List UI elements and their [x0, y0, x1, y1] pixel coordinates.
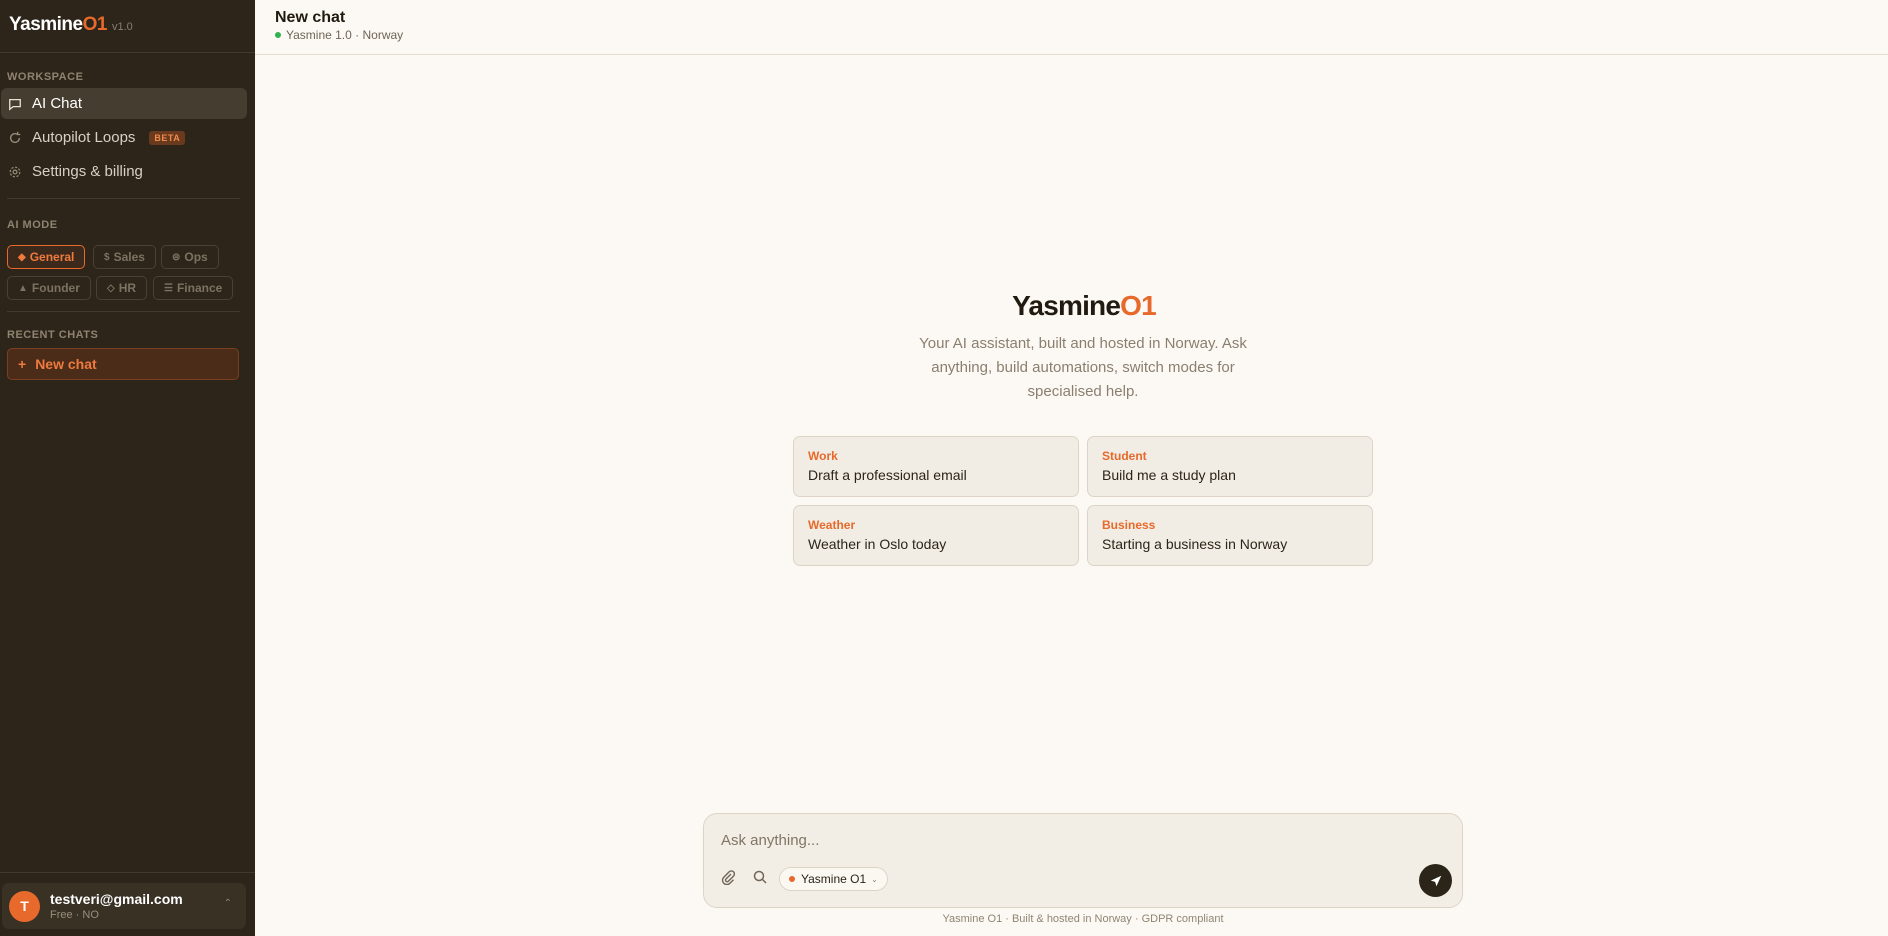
sidebar-item-autopilot-loops[interactable]: Autopilot Loops BETA [1, 122, 247, 153]
mode-chip-label: General [29, 250, 75, 264]
user-menu-button[interactable]: T testveri@gmail.com Free · NO ⌃ [2, 883, 246, 929]
plus-icon: + [18, 356, 27, 372]
suggestion-text: Build me a study plan [1102, 467, 1236, 483]
diamond-icon: ◆ [18, 251, 26, 263]
beta-badge: BETA [149, 130, 186, 145]
dollar-icon: $ [104, 251, 110, 263]
sidebar: YasmineO1 v1.0 WORKSPACE AI Chat Autopil… [0, 0, 255, 936]
brand-logo[interactable]: YasmineO1 v1.0 [9, 14, 133, 36]
version-label: v1.0 [111, 21, 133, 33]
user-card: T testveri@gmail.com Free · NO ⌃ [0, 872, 255, 936]
model-selector-label: Yasmine O1 [801, 872, 867, 886]
ai-mode-section-label: AI MODE [7, 219, 58, 231]
attach-icon[interactable] [719, 868, 737, 886]
send-icon [1430, 875, 1441, 886]
suggestion-card-work[interactable]: Work Draft a professional email [793, 436, 1079, 497]
chat-header: New chat Yasmine 1.0 · Norway [255, 0, 1888, 55]
message-input[interactable] [721, 828, 1441, 852]
suggestion-card-weather[interactable]: Weather Weather in Oslo today [793, 505, 1079, 566]
suggestion-card-student[interactable]: Student Build me a study plan [1087, 436, 1373, 497]
user-email: testveri@gmail.com [50, 891, 183, 907]
suggestion-card-business[interactable]: Business Starting a business in Norway [1087, 505, 1373, 566]
sidebar-item-label: Autopilot Loops [32, 129, 136, 146]
send-button[interactable] [1419, 864, 1452, 897]
model-status-label: Yasmine 1.0 · Norway [286, 28, 404, 42]
mode-chip-general[interactable]: ◆ General [7, 245, 86, 269]
chat-icon [8, 97, 22, 111]
page-title: New chat [275, 9, 346, 26]
search-icon[interactable] [751, 868, 769, 886]
online-status-dot [275, 32, 281, 38]
model-dot [789, 876, 795, 882]
avatar: T [9, 890, 40, 922]
sidebar-divider [7, 198, 240, 199]
suggestion-text: Starting a business in Norway [1102, 536, 1288, 552]
suggestion-category: Weather [808, 518, 856, 532]
suggestion-category: Student [1102, 449, 1147, 463]
chevron-up-icon: ⌃ [223, 898, 232, 909]
footer-note: Yasmine O1 · Built & hosted in Norway · … [942, 913, 1224, 925]
chevron-down-icon: ⌄ [871, 874, 878, 884]
suggestion-category: Business [1102, 518, 1156, 532]
model-status: Yasmine 1.0 · Norway [275, 28, 403, 42]
suggestion-text: Draft a professional email [808, 467, 967, 483]
workspace-section-label: WORKSPACE [7, 71, 84, 83]
recent-chats-section-label: RECENT CHATS [7, 329, 99, 341]
new-chat-button[interactable]: + New chat [7, 348, 239, 380]
hero-description: Your AI assistant, built and hosted in N… [919, 335, 1247, 400]
sidebar-divider [0, 52, 255, 53]
model-selector[interactable]: Yasmine O1 ⌄ [779, 867, 888, 891]
sidebar-item-settings-billing[interactable]: Settings & billing [1, 156, 247, 187]
suggestion-category: Work [808, 449, 838, 463]
user-plan: Free · NO [50, 909, 99, 921]
mode-chip-sales[interactable]: $ Sales [93, 245, 156, 269]
mode-chip-ops[interactable]: ⊜ Ops [161, 245, 219, 269]
new-chat-label: New chat [35, 356, 97, 372]
sidebar-item-label: Settings & billing [32, 163, 143, 180]
mode-chip-label: Ops [184, 250, 208, 264]
ops-icon: ⊜ [172, 251, 181, 263]
mode-chip-label: Sales [113, 250, 145, 264]
brand-name: YasmineO1 [9, 14, 107, 35]
suggestion-text: Weather in Oslo today [808, 536, 947, 552]
loop-icon [8, 131, 22, 145]
hero-title: YasmineO1 [1012, 290, 1157, 321]
sidebar-item-label: AI Chat [32, 95, 83, 112]
sidebar-item-ai-chat[interactable]: AI Chat [1, 88, 247, 119]
message-composer: Yasmine O1 ⌄ [703, 813, 1463, 908]
gear-icon [8, 165, 22, 179]
